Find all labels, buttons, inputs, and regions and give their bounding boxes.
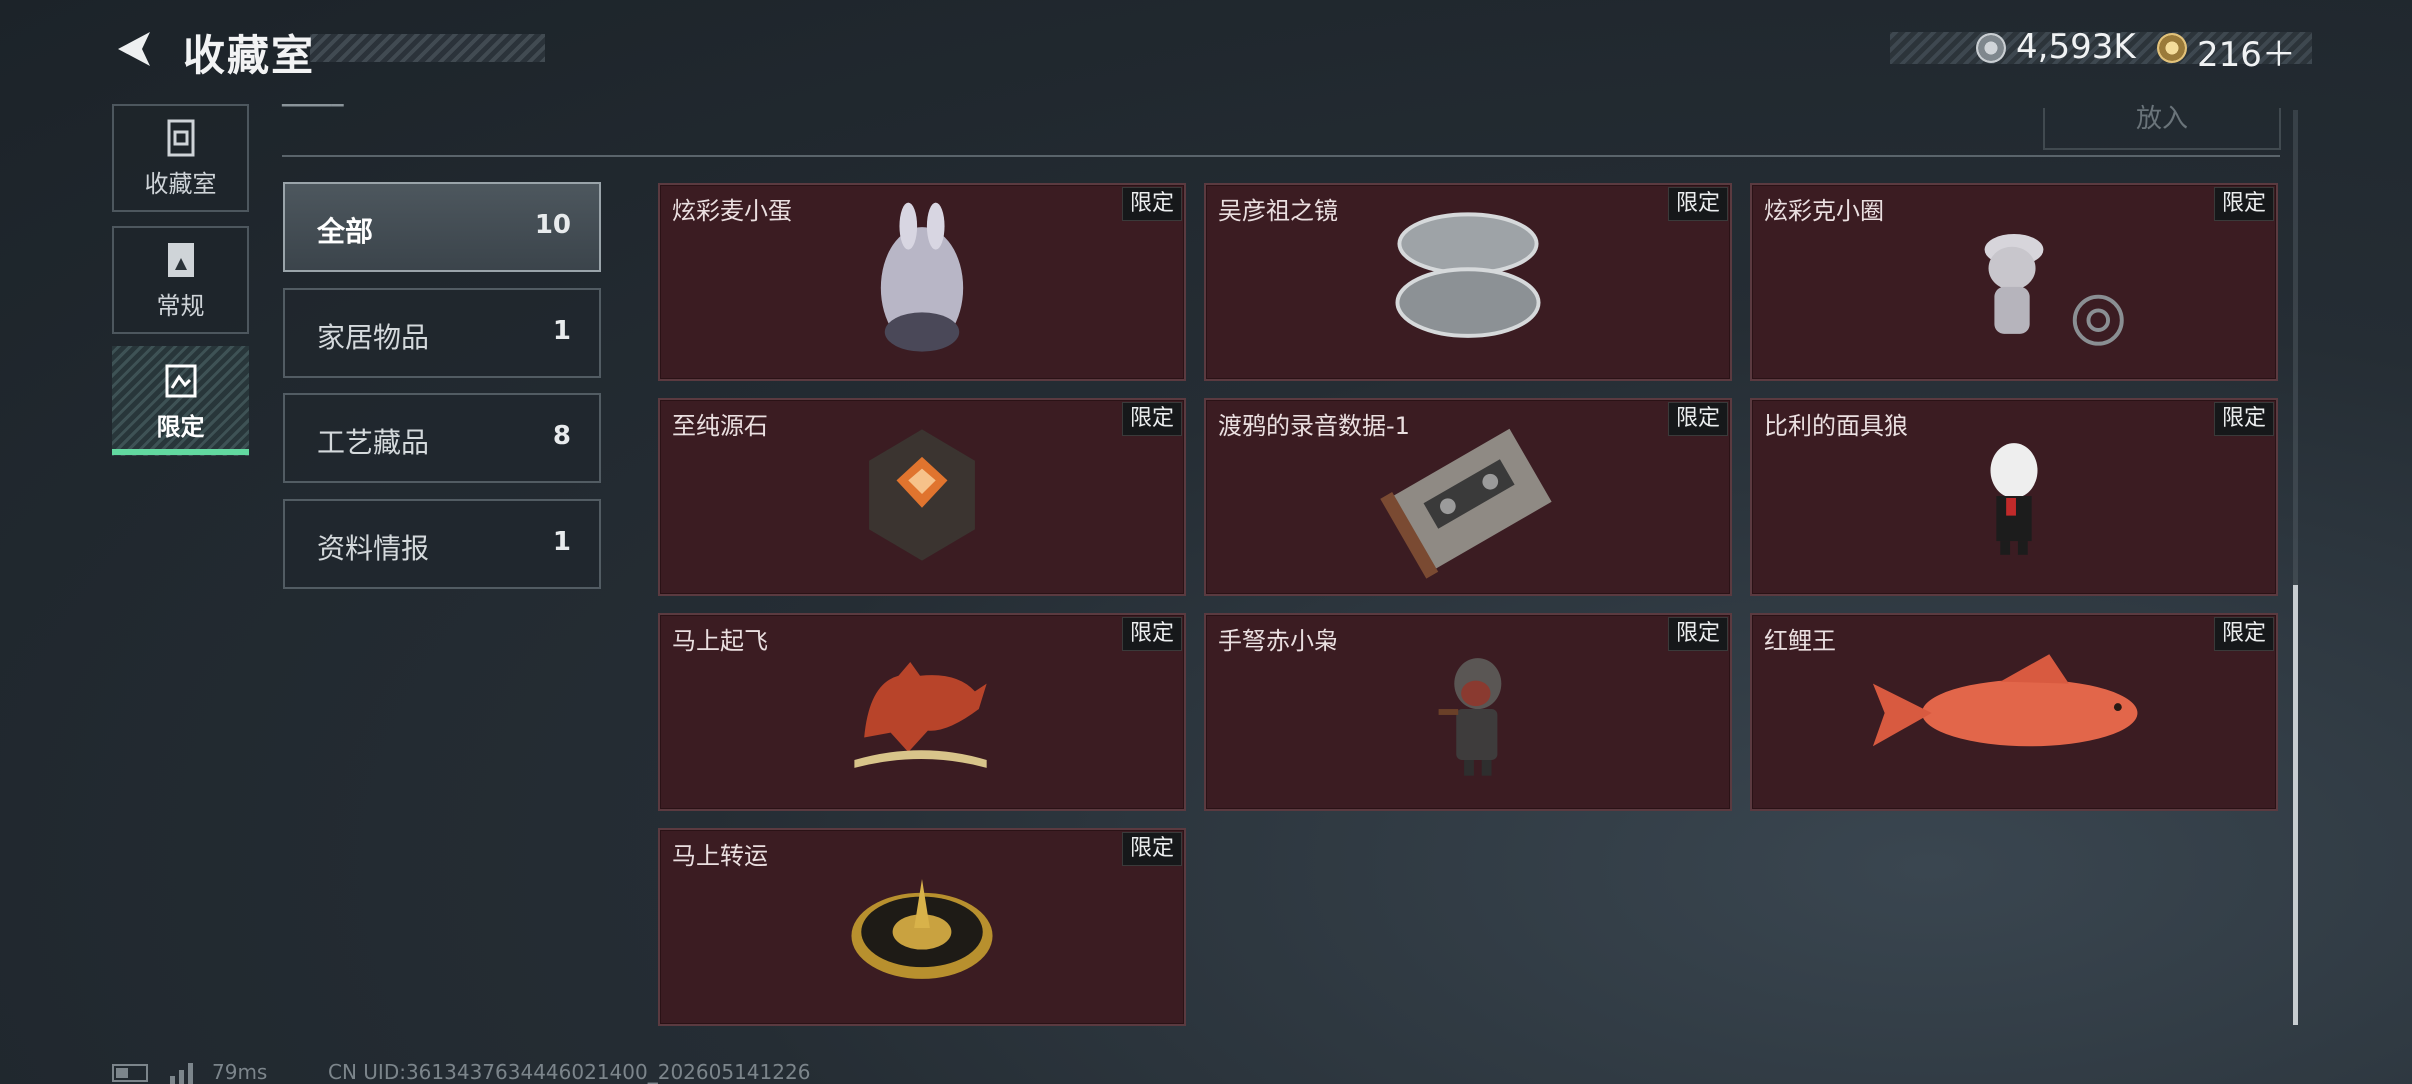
put-in-button[interactable]: 放入	[2043, 106, 2281, 150]
item-card[interactable]: 吴彦祖之镜 限定	[1204, 183, 1732, 381]
category-name: 全部	[317, 215, 374, 248]
item-name: 炫彩克小圈	[1764, 197, 1884, 225]
item-name: 马上转运	[672, 842, 768, 870]
page-title: 收藏室	[183, 31, 316, 80]
item-name: 马上起飞	[672, 627, 768, 655]
category-count: 8	[552, 421, 571, 451]
category-intel[interactable]: 资料情报 1	[283, 499, 601, 589]
picture-frame-icon	[165, 364, 196, 397]
item-card[interactable]: 马上起飞 限定	[658, 613, 1186, 811]
silver-coin-icon	[1976, 33, 2006, 63]
category-name: 工艺藏品	[317, 426, 430, 459]
item-name: 至纯源石	[672, 412, 768, 440]
clipped-header-text: ▔▔▔▔▔	[282, 104, 344, 123]
document-icon	[167, 242, 194, 277]
category-name: 资料情报	[317, 532, 430, 565]
limited-badge: 限定	[2214, 187, 2274, 221]
ping-readout: 79ms	[212, 1060, 268, 1084]
item-name: 手弩赤小枭	[1218, 627, 1338, 655]
category-count: 1	[552, 527, 571, 557]
gold-coin-icon	[2157, 33, 2187, 63]
title-decoration	[310, 34, 545, 62]
rail-label: 收藏室	[144, 169, 217, 198]
back-arrow-icon[interactable]	[112, 26, 158, 72]
limited-badge: 限定	[1122, 402, 1182, 436]
item-card[interactable]: 比利的面具狼 限定	[1750, 398, 2278, 596]
rail-tab-limited[interactable]: 限定	[112, 346, 249, 456]
category-name: 家居物品	[317, 321, 430, 354]
item-name: 比利的面具狼	[1764, 412, 1908, 440]
category-all[interactable]: 全部 10	[283, 182, 601, 272]
limited-badge: 限定	[2214, 402, 2274, 436]
item-card[interactable]: 手弩赤小枭 限定	[1204, 613, 1732, 811]
limited-badge: 限定	[1668, 617, 1728, 651]
currency-silver-amount: 4,593K	[2016, 27, 2136, 67]
divider	[282, 155, 2280, 157]
item-name: 吴彦祖之镜	[1218, 197, 1338, 225]
item-name: 渡鸦的录音数据-1	[1218, 412, 1410, 440]
item-card[interactable]: 至纯源石 限定	[658, 398, 1186, 596]
rail-label: 常规	[156, 291, 205, 320]
limited-badge: 限定	[2214, 617, 2274, 651]
cabinet-icon	[167, 119, 194, 156]
limited-badge: 限定	[1668, 402, 1728, 436]
category-count: 1	[552, 316, 571, 346]
limited-badge: 限定	[1122, 832, 1182, 866]
battery-level	[116, 1068, 128, 1078]
item-card[interactable]: 炫彩克小圈 限定	[1750, 183, 2278, 381]
active-tab-indicator	[112, 449, 249, 455]
limited-badge: 限定	[1668, 187, 1728, 221]
item-name: 炫彩麦小蛋	[672, 197, 792, 225]
category-home-items[interactable]: 家居物品 1	[283, 288, 601, 378]
rail-label: 限定	[156, 412, 205, 441]
limited-badge: 限定	[1122, 617, 1182, 651]
item-card[interactable]: 渡鸦的录音数据-1 限定	[1204, 398, 1732, 596]
currency-gold-amount[interactable]: 216＋	[2197, 27, 2296, 76]
scrollbar-thumb[interactable]	[2293, 585, 2298, 1025]
signal-icon	[170, 1063, 193, 1084]
rail-tab-regular[interactable]: 常规	[112, 226, 249, 334]
category-crafts[interactable]: 工艺藏品 8	[283, 393, 601, 483]
item-card[interactable]: 马上转运 限定	[658, 828, 1186, 1026]
user-uid: CN UID:3613437634446021400_202605141226	[328, 1060, 811, 1084]
item-card[interactable]: 红鲤王 限定	[1750, 613, 2278, 811]
rail-tab-collection[interactable]: 收藏室	[112, 104, 249, 212]
category-count: 10	[534, 210, 571, 240]
limited-badge: 限定	[1122, 187, 1182, 221]
item-card[interactable]: 炫彩麦小蛋 限定	[658, 183, 1186, 381]
item-name: 红鲤王	[1764, 627, 1836, 655]
